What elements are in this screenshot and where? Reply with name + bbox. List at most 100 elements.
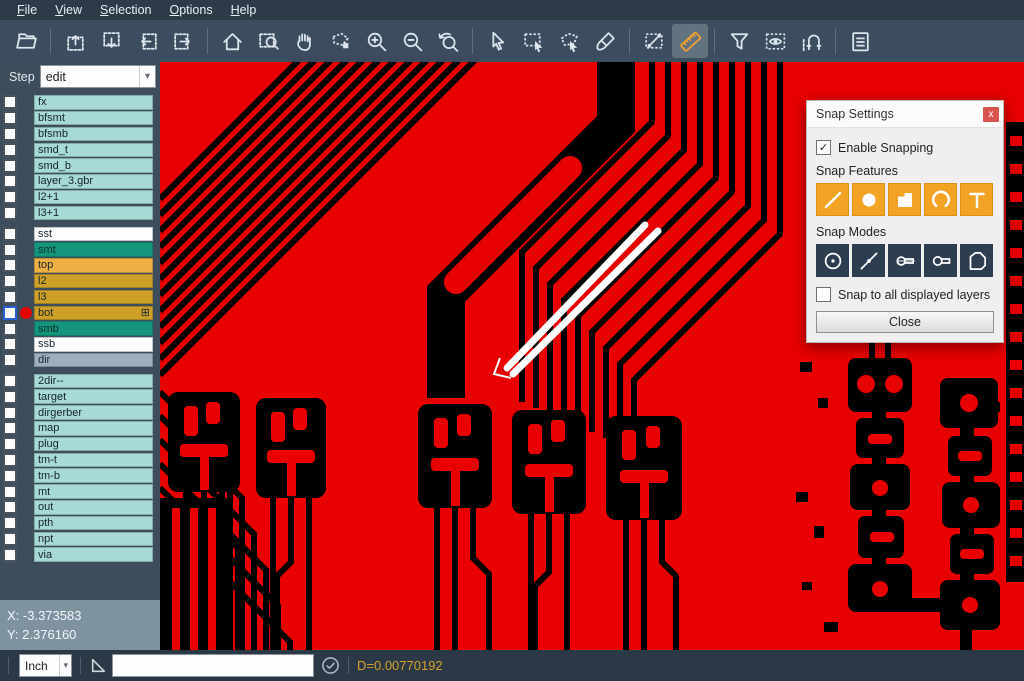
layer-visibility-checkbox[interactable] [3, 274, 17, 288]
layer-swatch[interactable]: out [34, 500, 153, 515]
report-button[interactable] [842, 24, 878, 58]
layer-swatch[interactable]: smb [34, 321, 153, 336]
layer-visibility-checkbox[interactable] [3, 322, 17, 336]
layer-visibility-checkbox[interactable] [3, 516, 17, 530]
layer-visibility-checkbox[interactable] [3, 227, 17, 241]
scroll-left-button[interactable] [129, 24, 165, 58]
layer-swatch[interactable]: l3 [34, 290, 153, 305]
layer-visibility-checkbox[interactable] [3, 290, 17, 304]
layer-visibility-checkbox[interactable] [3, 337, 17, 351]
command-input[interactable] [112, 654, 314, 677]
layer-visibility-checkbox[interactable] [3, 390, 17, 404]
measure-line-button[interactable] [636, 24, 672, 58]
layer-swatch[interactable]: dir [34, 353, 153, 368]
layer-swatch[interactable]: npt [34, 532, 153, 547]
scroll-up-button[interactable] [57, 24, 93, 58]
layer-swatch[interactable]: bfsmt [34, 111, 153, 126]
snap-mode-center-button[interactable] [816, 244, 849, 277]
open-file-button[interactable] [8, 24, 44, 58]
snap-mode-outline-button[interactable] [960, 244, 993, 277]
layer-visibility-checkbox[interactable] [3, 306, 17, 320]
layer-visibility-checkbox[interactable] [3, 143, 17, 157]
zoom-polygon-button[interactable] [322, 24, 358, 58]
menu-selection[interactable]: Selection [91, 1, 160, 19]
layer-swatch[interactable]: tm-b [34, 468, 153, 483]
layer-swatch[interactable]: bfsmb [34, 127, 153, 142]
layer-visibility-checkbox[interactable] [3, 111, 17, 125]
layer-swatch[interactable]: plug [34, 437, 153, 452]
zoom-previous-button[interactable] [430, 24, 466, 58]
snap-feature-surface-button[interactable] [888, 183, 921, 216]
scroll-right-button[interactable] [165, 24, 201, 58]
snap-feature-text-button[interactable] [960, 183, 993, 216]
snap-mode-pad-outline-button[interactable] [924, 244, 957, 277]
layer-swatch[interactable]: bot⊞ [34, 306, 153, 321]
layer-swatch[interactable]: l2 [34, 274, 153, 289]
units-select[interactable]: Inch ▾ [19, 654, 72, 677]
pan-hand-button[interactable] [286, 24, 322, 58]
layer-swatch[interactable]: l2+1 [34, 190, 153, 205]
measure-ruler-button[interactable] [672, 24, 708, 58]
snap-all-layers-checkbox[interactable] [816, 287, 831, 302]
enable-snapping-checkbox[interactable] [816, 140, 831, 155]
layer-visibility-checkbox[interactable] [3, 243, 17, 257]
zoom-out-button[interactable] [394, 24, 430, 58]
angle-icon[interactable] [89, 656, 108, 675]
close-icon[interactable]: x [983, 107, 999, 122]
layer-visibility-checkbox[interactable] [3, 206, 17, 220]
select-rectangle-button[interactable] [515, 24, 551, 58]
close-button[interactable]: Close [816, 311, 994, 333]
layer-visibility-checkbox[interactable] [3, 406, 17, 420]
menu-options[interactable]: Options [160, 1, 221, 19]
layer-visibility-checkbox[interactable] [3, 485, 17, 499]
scroll-down-button[interactable] [93, 24, 129, 58]
layer-visibility-checkbox[interactable] [3, 127, 17, 141]
layer-swatch[interactable]: l3+1 [34, 206, 153, 221]
zoom-in-button[interactable] [358, 24, 394, 58]
confirm-icon[interactable] [321, 656, 340, 675]
layer-swatch[interactable]: smd_b [34, 158, 153, 173]
layer-swatch[interactable]: mt [34, 484, 153, 499]
select-brush-button[interactable] [587, 24, 623, 58]
layer-visibility-checkbox[interactable] [3, 374, 17, 388]
snap-mode-pad-center-button[interactable] [888, 244, 921, 277]
layer-swatch[interactable]: map [34, 421, 153, 436]
select-pointer-button[interactable] [479, 24, 515, 58]
snap-feature-circle-button[interactable] [852, 183, 885, 216]
layer-swatch[interactable]: fx [34, 95, 153, 110]
layer-visibility-checkbox[interactable] [3, 159, 17, 173]
layer-swatch[interactable]: layer_3.gbr [34, 174, 153, 189]
menu-view[interactable]: View [46, 1, 91, 19]
layer-visibility-checkbox[interactable] [3, 500, 17, 514]
layer-swatch[interactable]: 2dir-- [34, 374, 153, 389]
layer-visibility-checkbox[interactable] [3, 469, 17, 483]
layer-swatch[interactable]: pth [34, 516, 153, 531]
layer-swatch[interactable]: target [34, 389, 153, 404]
menu-file[interactable]: File [8, 1, 46, 19]
layer-swatch[interactable]: tm-t [34, 453, 153, 468]
zoom-window-button[interactable] [250, 24, 286, 58]
layer-visibility-checkbox[interactable] [3, 421, 17, 435]
snap-feature-arc-button[interactable] [924, 183, 957, 216]
snap-mode-line-midpoint-button[interactable] [852, 244, 885, 277]
layer-visibility-checkbox[interactable] [3, 453, 17, 467]
layer-swatch[interactable]: dirgerber [34, 405, 153, 420]
layer-swatch[interactable]: via [34, 547, 153, 562]
layer-visibility-checkbox[interactable] [3, 548, 17, 562]
layer-visibility-checkbox[interactable] [3, 190, 17, 204]
view-options-button[interactable] [757, 24, 793, 58]
menu-help[interactable]: Help [222, 1, 266, 19]
dialog-title-bar[interactable]: Snap Settings x [807, 101, 1003, 128]
layer-visibility-checkbox[interactable] [3, 353, 17, 367]
step-select[interactable]: edit ▾ [40, 65, 156, 88]
snap-feature-line-button[interactable] [816, 183, 849, 216]
layer-visibility-checkbox[interactable] [3, 437, 17, 451]
layer-swatch[interactable]: ssb [34, 337, 153, 352]
layer-swatch[interactable]: top [34, 258, 153, 273]
layer-visibility-checkbox[interactable] [3, 532, 17, 546]
grid-icon[interactable]: ⊞ [141, 308, 150, 318]
layer-visibility-checkbox[interactable] [3, 95, 17, 109]
select-polygon-button[interactable] [551, 24, 587, 58]
layer-visibility-checkbox[interactable] [3, 174, 17, 188]
snap-button[interactable] [793, 24, 829, 58]
